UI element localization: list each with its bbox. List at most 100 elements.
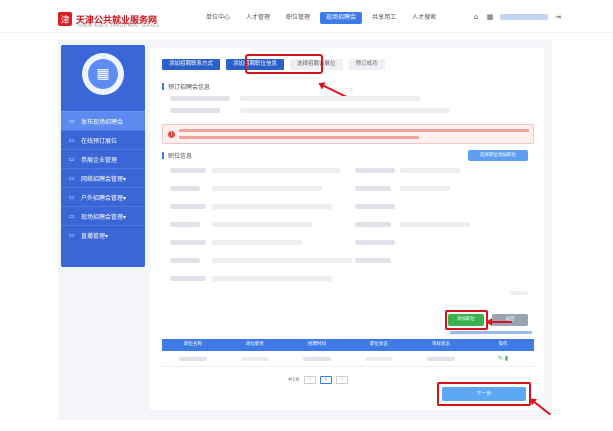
main-panel: 添加招聘联系方式 添加招聘职位信息 选择招聘会展位 预订成功 预订招聘会信息 !… [150, 48, 551, 416]
blurred-text [355, 240, 395, 245]
blurred-text [170, 108, 220, 113]
pagination-total: 共1条 [288, 378, 300, 383]
blurred-text [355, 204, 395, 209]
table-cell [286, 356, 348, 361]
table-cell [348, 356, 410, 361]
delete-icon[interactable]: ▮ [505, 355, 508, 362]
blurred-text [212, 222, 312, 227]
top-nav: 单位中心 人才管理 职位管理 现场招聘会 共享用工 人才搜索 [200, 12, 446, 24]
sidebar-menu: ▭ 发布现场招聘会 ▭ 在线预订展位 ▭ 参展企业管理 ▭ 网络招聘会管理▾ ▭… [61, 111, 145, 244]
column-header: 职位状态 [370, 342, 388, 347]
section-title-jobs: 职位信息 [162, 151, 192, 160]
blurred-text [170, 276, 206, 281]
blurred-text [240, 96, 420, 101]
site-subtitle: TIANJIN PUBLIC EMPLOYMENT SERVICE [76, 23, 160, 28]
blurred-text [400, 186, 450, 191]
blurred-text [170, 186, 200, 191]
arrow-pointer-add-job [486, 318, 512, 326]
sidebar-item-outdoor-fair[interactable]: ▭ 户外招聘会管理▾ [61, 187, 145, 206]
table-row: ✎ ▮ [162, 351, 534, 367]
next-page-button[interactable]: › [335, 376, 348, 384]
sidebar-item-label: 参展企业管理 [81, 156, 118, 164]
nav-talent-manage[interactable]: 人才管理 [240, 12, 276, 24]
blurred-text [212, 186, 322, 191]
highlight-box-step [245, 54, 323, 74]
blurred-text [212, 258, 352, 263]
blurred-text [170, 222, 200, 227]
blurred-text [427, 356, 455, 361]
sidebar-item-label: 在线预订展位 [81, 137, 118, 145]
blurred-text [170, 204, 206, 209]
jobs-table-header: 职位名称 岗位职责 招聘时间 职位状态 审核状态 操作 [162, 339, 534, 351]
avatar: ▦ [82, 53, 124, 95]
nav-shared-labor[interactable]: 共享用工 [366, 12, 402, 24]
blurred-text [510, 291, 528, 295]
document-icon: ▭ [69, 193, 75, 201]
building-icon: ▦ [486, 13, 494, 21]
page-number-button[interactable]: 1 [319, 376, 332, 384]
blurred-text [212, 204, 332, 209]
blurred-text [303, 356, 331, 361]
nav-unit-center[interactable]: 单位中心 [200, 12, 236, 24]
document-icon: ▭ [69, 212, 75, 220]
blurred-text [212, 276, 332, 281]
column-header: 招聘时间 [308, 342, 326, 347]
column-header: 岗位职责 [246, 342, 264, 347]
column-header: 审核状态 [432, 342, 450, 347]
home-icon[interactable]: ⌂ [472, 13, 480, 21]
pagination: 共1条 ‹ 1 › [288, 376, 348, 384]
header-divider [0, 32, 613, 33]
blurred-text [355, 186, 391, 191]
step-contact[interactable]: 添加招聘联系方式 [162, 59, 221, 70]
blurred-text [400, 222, 470, 227]
back-button[interactable]: 返回 [492, 314, 528, 326]
blurred-text [212, 168, 340, 173]
logo-mark-icon: 津 [58, 12, 72, 26]
highlight-box-next [437, 382, 531, 406]
nav-job-manage[interactable]: 职位管理 [280, 12, 316, 24]
table-cell [162, 356, 224, 361]
sidebar-item-publish-fair[interactable]: ▭ 发布现场招聘会 [61, 111, 145, 130]
sidebar-item-label: 网络招聘会管理▾ [81, 175, 127, 183]
warning-text-blurred [179, 129, 529, 132]
column-header: 操作 [498, 342, 508, 347]
logout-icon[interactable]: ⇥ [554, 13, 562, 21]
blurred-text [170, 168, 206, 173]
nav-talent-search[interactable]: 人才搜索 [406, 12, 442, 24]
blurred-text [212, 240, 302, 245]
sidebar-item-book-booth[interactable]: ▭ 在线预订展位 [61, 130, 145, 149]
blurred-text [355, 258, 391, 263]
step-success: 预订成功 [348, 59, 385, 70]
table-cell [224, 356, 286, 361]
page: 津 天津公共就业服务网 TIANJIN PUBLIC EMPLOYMENT SE… [0, 0, 613, 431]
warning-text-blurred [179, 136, 419, 139]
sidebar-item-label: 现场招聘会管理▾ [81, 213, 127, 221]
warning-banner: ! [162, 124, 534, 144]
sidebar-item-onsite-fair[interactable]: ▭ 现场招聘会管理▾ [61, 206, 145, 225]
sidebar: ▦ ▭ 发布现场招聘会 ▭ 在线预订展位 ▭ 参展企业管理 ▭ 网络招聘会管理▾… [61, 45, 145, 267]
hint-text-blurred [450, 331, 532, 334]
highlight-box-add-job [445, 310, 488, 330]
header-icons: ⌂ ▦ ⇥ [472, 13, 562, 21]
table-cell-actions: ✎ ▮ [472, 355, 534, 362]
sidebar-item-exhibitors[interactable]: ▭ 参展企业管理 [61, 149, 145, 168]
user-name-blurred[interactable] [500, 14, 548, 20]
sidebar-item-online-fair[interactable]: ▭ 网络招聘会管理▾ [61, 168, 145, 187]
blurred-text [241, 356, 269, 361]
blurred-text [170, 258, 200, 263]
select-job-button[interactable]: 选择职位添加职位 [468, 150, 528, 161]
sidebar-item-live[interactable]: ▭ 直播管理▾ [61, 225, 145, 244]
sidebar-item-label: 发布现场招聘会 [81, 118, 124, 126]
table-cell [410, 356, 472, 361]
sidebar-item-label: 直播管理▾ [81, 232, 109, 240]
document-icon: ▭ [69, 231, 75, 239]
blurred-text [365, 356, 393, 361]
document-icon: ▭ [69, 117, 75, 125]
document-icon: ▭ [69, 136, 75, 144]
warning-icon: ! [168, 131, 175, 138]
nav-onsite-fair[interactable]: 现场招聘会 [320, 12, 363, 24]
column-header: 职位名称 [184, 342, 202, 347]
edit-icon[interactable]: ✎ [498, 355, 503, 362]
prev-page-button[interactable]: ‹ [303, 376, 316, 384]
blurred-text [170, 96, 230, 101]
